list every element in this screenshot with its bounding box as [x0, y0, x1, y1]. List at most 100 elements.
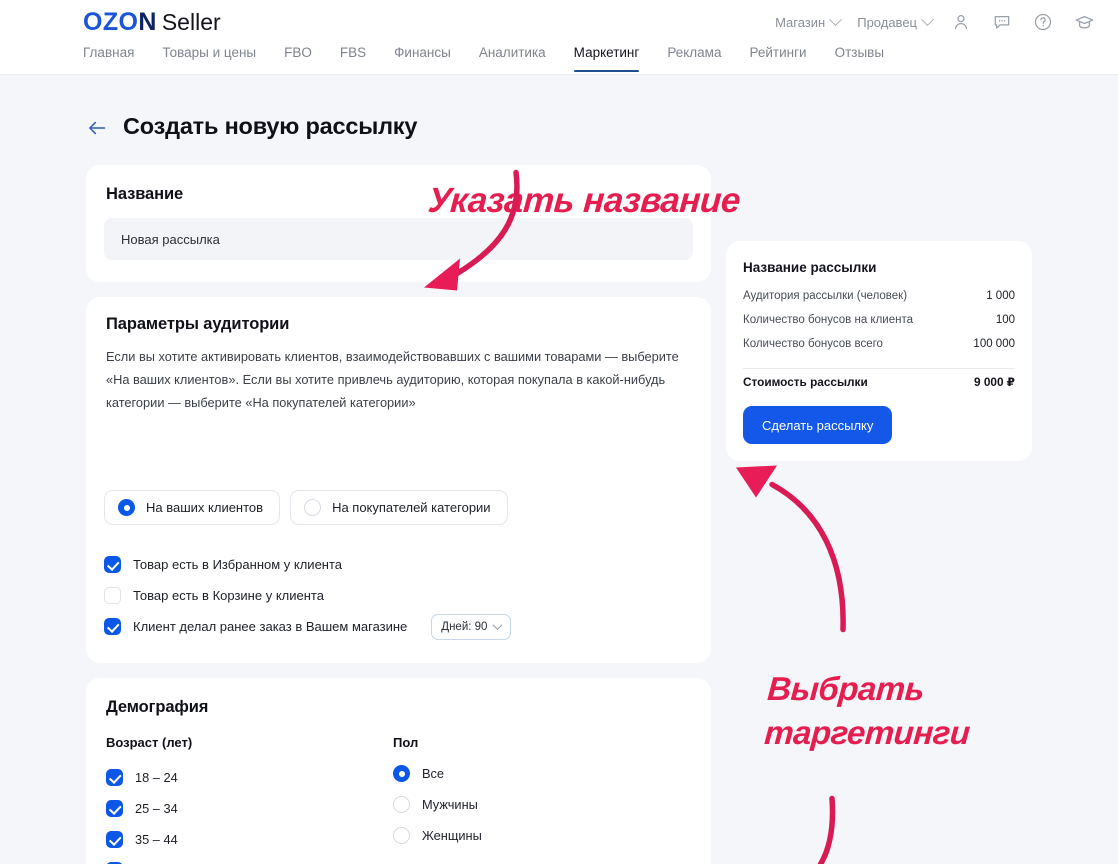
gender-label: Мужчины — [422, 797, 478, 812]
seller-selector-label: Продавец — [857, 14, 917, 30]
arrow-left-icon[interactable] — [86, 117, 108, 139]
summary-total-label: Стоимость рассылки — [743, 375, 868, 389]
header-actions: Магазин Продавец — [775, 10, 1096, 34]
gender-radio-group: Все Мужчины Женщины — [393, 758, 482, 851]
summary-row-audience: Аудитория рассылки (человек) 1 000 — [743, 290, 1015, 314]
age-row-25-34[interactable]: 25 – 34 — [106, 793, 199, 824]
summary-row-bonus-total: Количество бонусов всего 100 000 — [743, 338, 1015, 362]
radio-dot-icon[interactable] — [393, 827, 410, 844]
nav-item-reklama[interactable]: Реклама — [667, 45, 721, 72]
days-select-label: Дней: 90 — [441, 620, 488, 633]
ozon-seller-logo[interactable]: OZON Seller — [83, 9, 221, 36]
nav-item-tovary-i-ceny[interactable]: Товары и цены — [162, 45, 256, 72]
summary-total-value: 9 000 ₽ — [973, 375, 1015, 389]
app-window: OZON Seller Магазин Продавец Главная Тов… — [0, 0, 1118, 864]
shop-selector[interactable]: Магазин — [775, 12, 843, 30]
summary-row-value: 100 — [995, 314, 1015, 326]
demography-card: Демография Возраст (лет) 18 – 24 25 – 34… — [86, 678, 711, 864]
age-row-35-44[interactable]: 35 – 44 — [106, 824, 199, 855]
radio-dot-icon — [304, 499, 322, 516]
nav-item-finansy[interactable]: Финансы — [394, 45, 451, 72]
age-label: 35 – 44 — [135, 832, 178, 847]
radio-dot-icon[interactable] — [393, 765, 410, 782]
help-icon[interactable] — [1031, 10, 1055, 34]
audience-description: Если вы хотите активировать клиентов, вз… — [106, 349, 679, 410]
create-campaign-button[interactable]: Сделать рассылку — [743, 406, 893, 444]
checkbox-row-cart[interactable]: Товар есть в Корзине у клиента — [104, 580, 511, 611]
age-label: 25 – 34 — [135, 801, 178, 816]
shop-selector-label: Магазин — [775, 14, 826, 30]
checkbox-icon[interactable] — [104, 587, 121, 604]
checkbox-label: Клиент делал ранее заказ в Вашем магазин… — [133, 619, 408, 634]
arrow-to-demography — [817, 795, 836, 864]
logo-ozo-text: OZO — [83, 8, 139, 36]
arrow-to-audience-options — [736, 465, 846, 633]
name-card-title: Название — [106, 185, 184, 203]
radio-dot-icon[interactable] — [393, 796, 410, 813]
audience-type-radio-group: На ваших клиентов На покупателей категор… — [104, 490, 508, 525]
gender-row-female[interactable]: Женщины — [393, 820, 482, 851]
summary-card: Название рассылки Аудитория рассылки (че… — [726, 241, 1032, 461]
campaign-name-input[interactable] — [104, 218, 693, 260]
user-icon[interactable] — [949, 10, 973, 34]
logo-seller-text: Seller — [161, 9, 221, 35]
audience-card-title: Параметры аудитории — [106, 315, 290, 333]
page-title: Создать новую рассылку — [123, 113, 418, 139]
nav-item-otzyvy[interactable]: Отзывы — [835, 45, 884, 72]
demography-card-title: Демография — [106, 698, 209, 716]
age-column-label: Возраст (лет) — [106, 735, 193, 750]
summary-row-label: Количество бонусов всего — [743, 338, 883, 350]
summary-row-bonus-per-client: Количество бонусов на клиента 100 — [743, 314, 1015, 338]
age-column: Возраст (лет) 18 – 24 25 – 34 35 – 44 45… — [106, 735, 199, 864]
radio-label: На покупателей категории — [332, 500, 491, 515]
radio-label: На ваших клиентов — [146, 500, 264, 515]
checkbox-icon[interactable] — [104, 556, 121, 573]
checkbox-label: Товар есть в Избранном у клиента — [133, 557, 343, 572]
radio-option-your-clients[interactable]: На ваших клиентов — [104, 490, 281, 525]
checkbox-icon[interactable] — [106, 831, 123, 848]
summary-row-value: 1 000 — [986, 290, 1015, 302]
nav-item-analitika[interactable]: Аналитика — [479, 45, 546, 72]
name-card: Название — [86, 165, 711, 282]
page-content: Создать новую рассылку Название Параметр… — [0, 75, 1118, 864]
gender-column: Пол Все Мужчины Женщины — [393, 735, 482, 851]
chevron-down-icon — [921, 12, 934, 26]
days-select[interactable]: Дней: 90 — [431, 613, 512, 640]
nav-item-fbs[interactable]: FBS — [340, 45, 366, 72]
audience-conditions-list: Товар есть в Избранном у клиента Товар е… — [104, 549, 512, 642]
checkbox-icon[interactable] — [104, 618, 121, 635]
checkbox-icon[interactable] — [106, 800, 123, 817]
gender-row-male[interactable]: Мужчины — [393, 789, 482, 820]
radio-dot-icon — [118, 499, 135, 516]
chat-icon[interactable] — [990, 10, 1014, 34]
chevron-down-icon — [492, 620, 503, 631]
checkbox-row-previous-order[interactable]: Клиент делал ранее заказ в Вашем магазин… — [104, 611, 512, 642]
gender-label: Все — [422, 766, 445, 781]
annotation-targeting-hint: Выбрать таргетинги — [763, 670, 971, 751]
graduation-cap-icon[interactable] — [1072, 10, 1096, 34]
gender-label: Женщины — [422, 828, 482, 843]
logo-n-text: N — [138, 8, 157, 36]
age-label: 18 – 24 — [135, 770, 178, 785]
checkbox-icon[interactable] — [106, 769, 123, 786]
nav-item-marketing[interactable]: Маркетинг — [573, 45, 639, 72]
page-header: Создать новую рассылку — [86, 113, 417, 140]
age-row-18-24[interactable]: 18 – 24 — [106, 762, 199, 793]
summary-total-row: Стоимость рассылки 9 000 ₽ — [743, 375, 1015, 389]
main-navigation: Главная Товары и цены FBO FBS Финансы Ан… — [0, 45, 1118, 75]
app-header: OZON Seller Магазин Продавец Главная Тов… — [0, 0, 1118, 75]
audience-parameters-card: Параметры аудитории Если вы хотите актив… — [86, 297, 711, 663]
nav-item-fbo[interactable]: FBO — [284, 45, 312, 72]
radio-option-category-buyers[interactable]: На покупателей категории — [290, 490, 508, 525]
chevron-down-icon — [829, 12, 843, 26]
summary-row-label: Количество бонусов на клиента — [743, 314, 914, 326]
gender-column-label: Пол — [393, 735, 419, 750]
summary-row-label: Аудитория рассылки (человек) — [743, 290, 908, 302]
nav-item-reytingi[interactable]: Рейтинги — [749, 45, 806, 72]
summary-rows: Аудитория рассылки (человек) 1 000 Колич… — [743, 290, 1015, 362]
seller-selector[interactable]: Продавец — [857, 12, 934, 30]
checkbox-row-favorites[interactable]: Товар есть в Избранном у клиента — [104, 549, 511, 580]
nav-item-glavnaya[interactable]: Главная — [83, 45, 134, 72]
age-row-45-54[interactable]: 45 – 54 — [106, 855, 199, 864]
gender-row-all[interactable]: Все — [393, 758, 482, 789]
